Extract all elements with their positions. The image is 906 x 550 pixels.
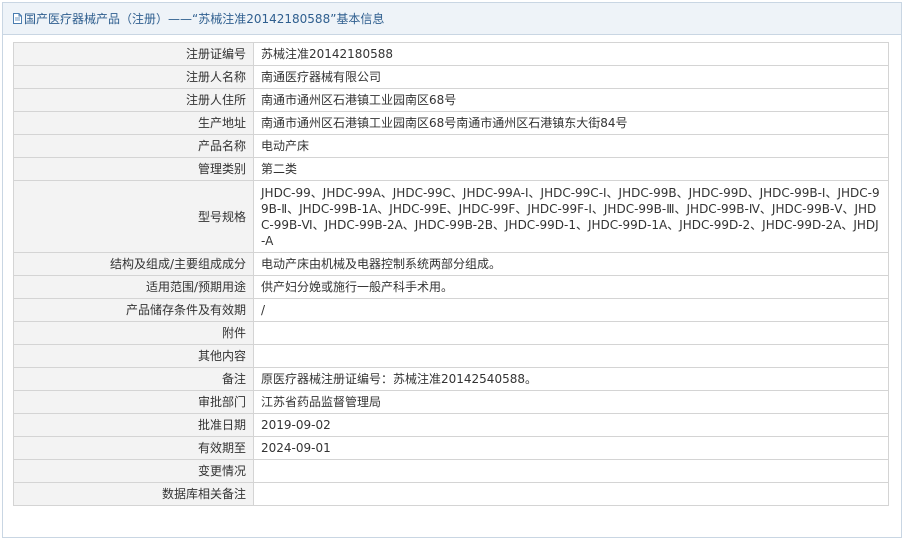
table-row: 生产地址 南通市通州区石港镇工业园南区68号南通市通州区石港镇东大街84号 [13,111,889,135]
field-label: 有效期至 [13,436,254,460]
table-row: 备注 原医疗器械注册证编号：苏械注准20142540588。 [13,367,889,391]
field-value: 南通医疗器械有限公司 [253,65,889,89]
table-row: 数据库相关备注 [13,482,889,506]
table-row: 附件 [13,321,889,345]
field-value: JHDC-99、JHDC-99A、JHDC-99C、JHDC-99A-Ⅰ、JHD… [253,180,889,253]
panel-header: 国产医疗器械产品（注册）——“苏械注准20142180588”基本信息 [3,3,901,35]
field-value: 第二类 [253,157,889,181]
field-label: 生产地址 [13,111,254,135]
field-value: / [253,298,889,322]
field-value: 苏械注准20142180588 [253,42,889,66]
field-value: 电动产床由机械及电器控制系统两部分组成。 [253,252,889,276]
field-label: 审批部门 [13,390,254,414]
page-title: 国产医疗器械产品（注册）——“苏械注准20142180588”基本信息 [24,12,385,26]
detail-panel: 国产医疗器械产品（注册）——“苏械注准20142180588”基本信息 注册证编… [2,2,902,538]
table-row: 有效期至 2024-09-01 [13,436,889,460]
field-label: 适用范围/预期用途 [13,275,254,299]
field-label: 结构及组成/主要组成成分 [13,252,254,276]
field-value [253,321,889,345]
field-label: 其他内容 [13,344,254,368]
field-label: 变更情况 [13,459,254,483]
table-row: 批准日期 2019-09-02 [13,413,889,437]
field-value: 江苏省药品监督管理局 [253,390,889,414]
field-value [253,459,889,483]
table-row: 适用范围/预期用途 供产妇分娩或施行一般产科手术用。 [13,275,889,299]
document-icon [13,13,22,24]
table-row: 其他内容 [13,344,889,368]
field-label: 数据库相关备注 [13,482,254,506]
info-table: 注册证编号 苏械注准20142180588 注册人名称 南通医疗器械有限公司 注册人住所… [13,42,889,506]
field-value: 电动产床 [253,134,889,158]
table-row: 结构及组成/主要组成成分 电动产床由机械及电器控制系统两部分组成。 [13,252,889,276]
table-row: 审批部门 江苏省药品监督管理局 [13,390,889,414]
table-row: 管理类别 第二类 [13,157,889,181]
field-value: 南通市通州区石港镇工业园南区68号 [253,88,889,112]
field-value: 2019-09-02 [253,413,889,437]
table-row: 注册人名称 南通医疗器械有限公司 [13,65,889,89]
field-value [253,344,889,368]
field-value: 南通市通州区石港镇工业园南区68号南通市通州区石港镇东大街84号 [253,111,889,135]
table-row: 注册人住所 南通市通州区石港镇工业园南区68号 [13,88,889,112]
table-row: 产品名称 电动产床 [13,134,889,158]
field-label: 产品名称 [13,134,254,158]
field-label: 批准日期 [13,413,254,437]
field-value: 供产妇分娩或施行一般产科手术用。 [253,275,889,299]
table-row: 变更情况 [13,459,889,483]
field-label: 产品储存条件及有效期 [13,298,254,322]
field-label: 注册人住所 [13,88,254,112]
table-row: 注册证编号 苏械注准20142180588 [13,42,889,66]
field-value: 2024-09-01 [253,436,889,460]
field-label: 型号规格 [13,180,254,253]
field-label: 备注 [13,367,254,391]
field-label: 注册证编号 [13,42,254,66]
table-row: 产品储存条件及有效期 / [13,298,889,322]
field-label: 管理类别 [13,157,254,181]
field-value: 原医疗器械注册证编号：苏械注准20142540588。 [253,367,889,391]
table-row: 型号规格 JHDC-99、JHDC-99A、JHDC-99C、JHDC-99A-Ⅰ… [13,180,889,253]
field-value [253,482,889,506]
field-label: 附件 [13,321,254,345]
field-label: 注册人名称 [13,65,254,89]
